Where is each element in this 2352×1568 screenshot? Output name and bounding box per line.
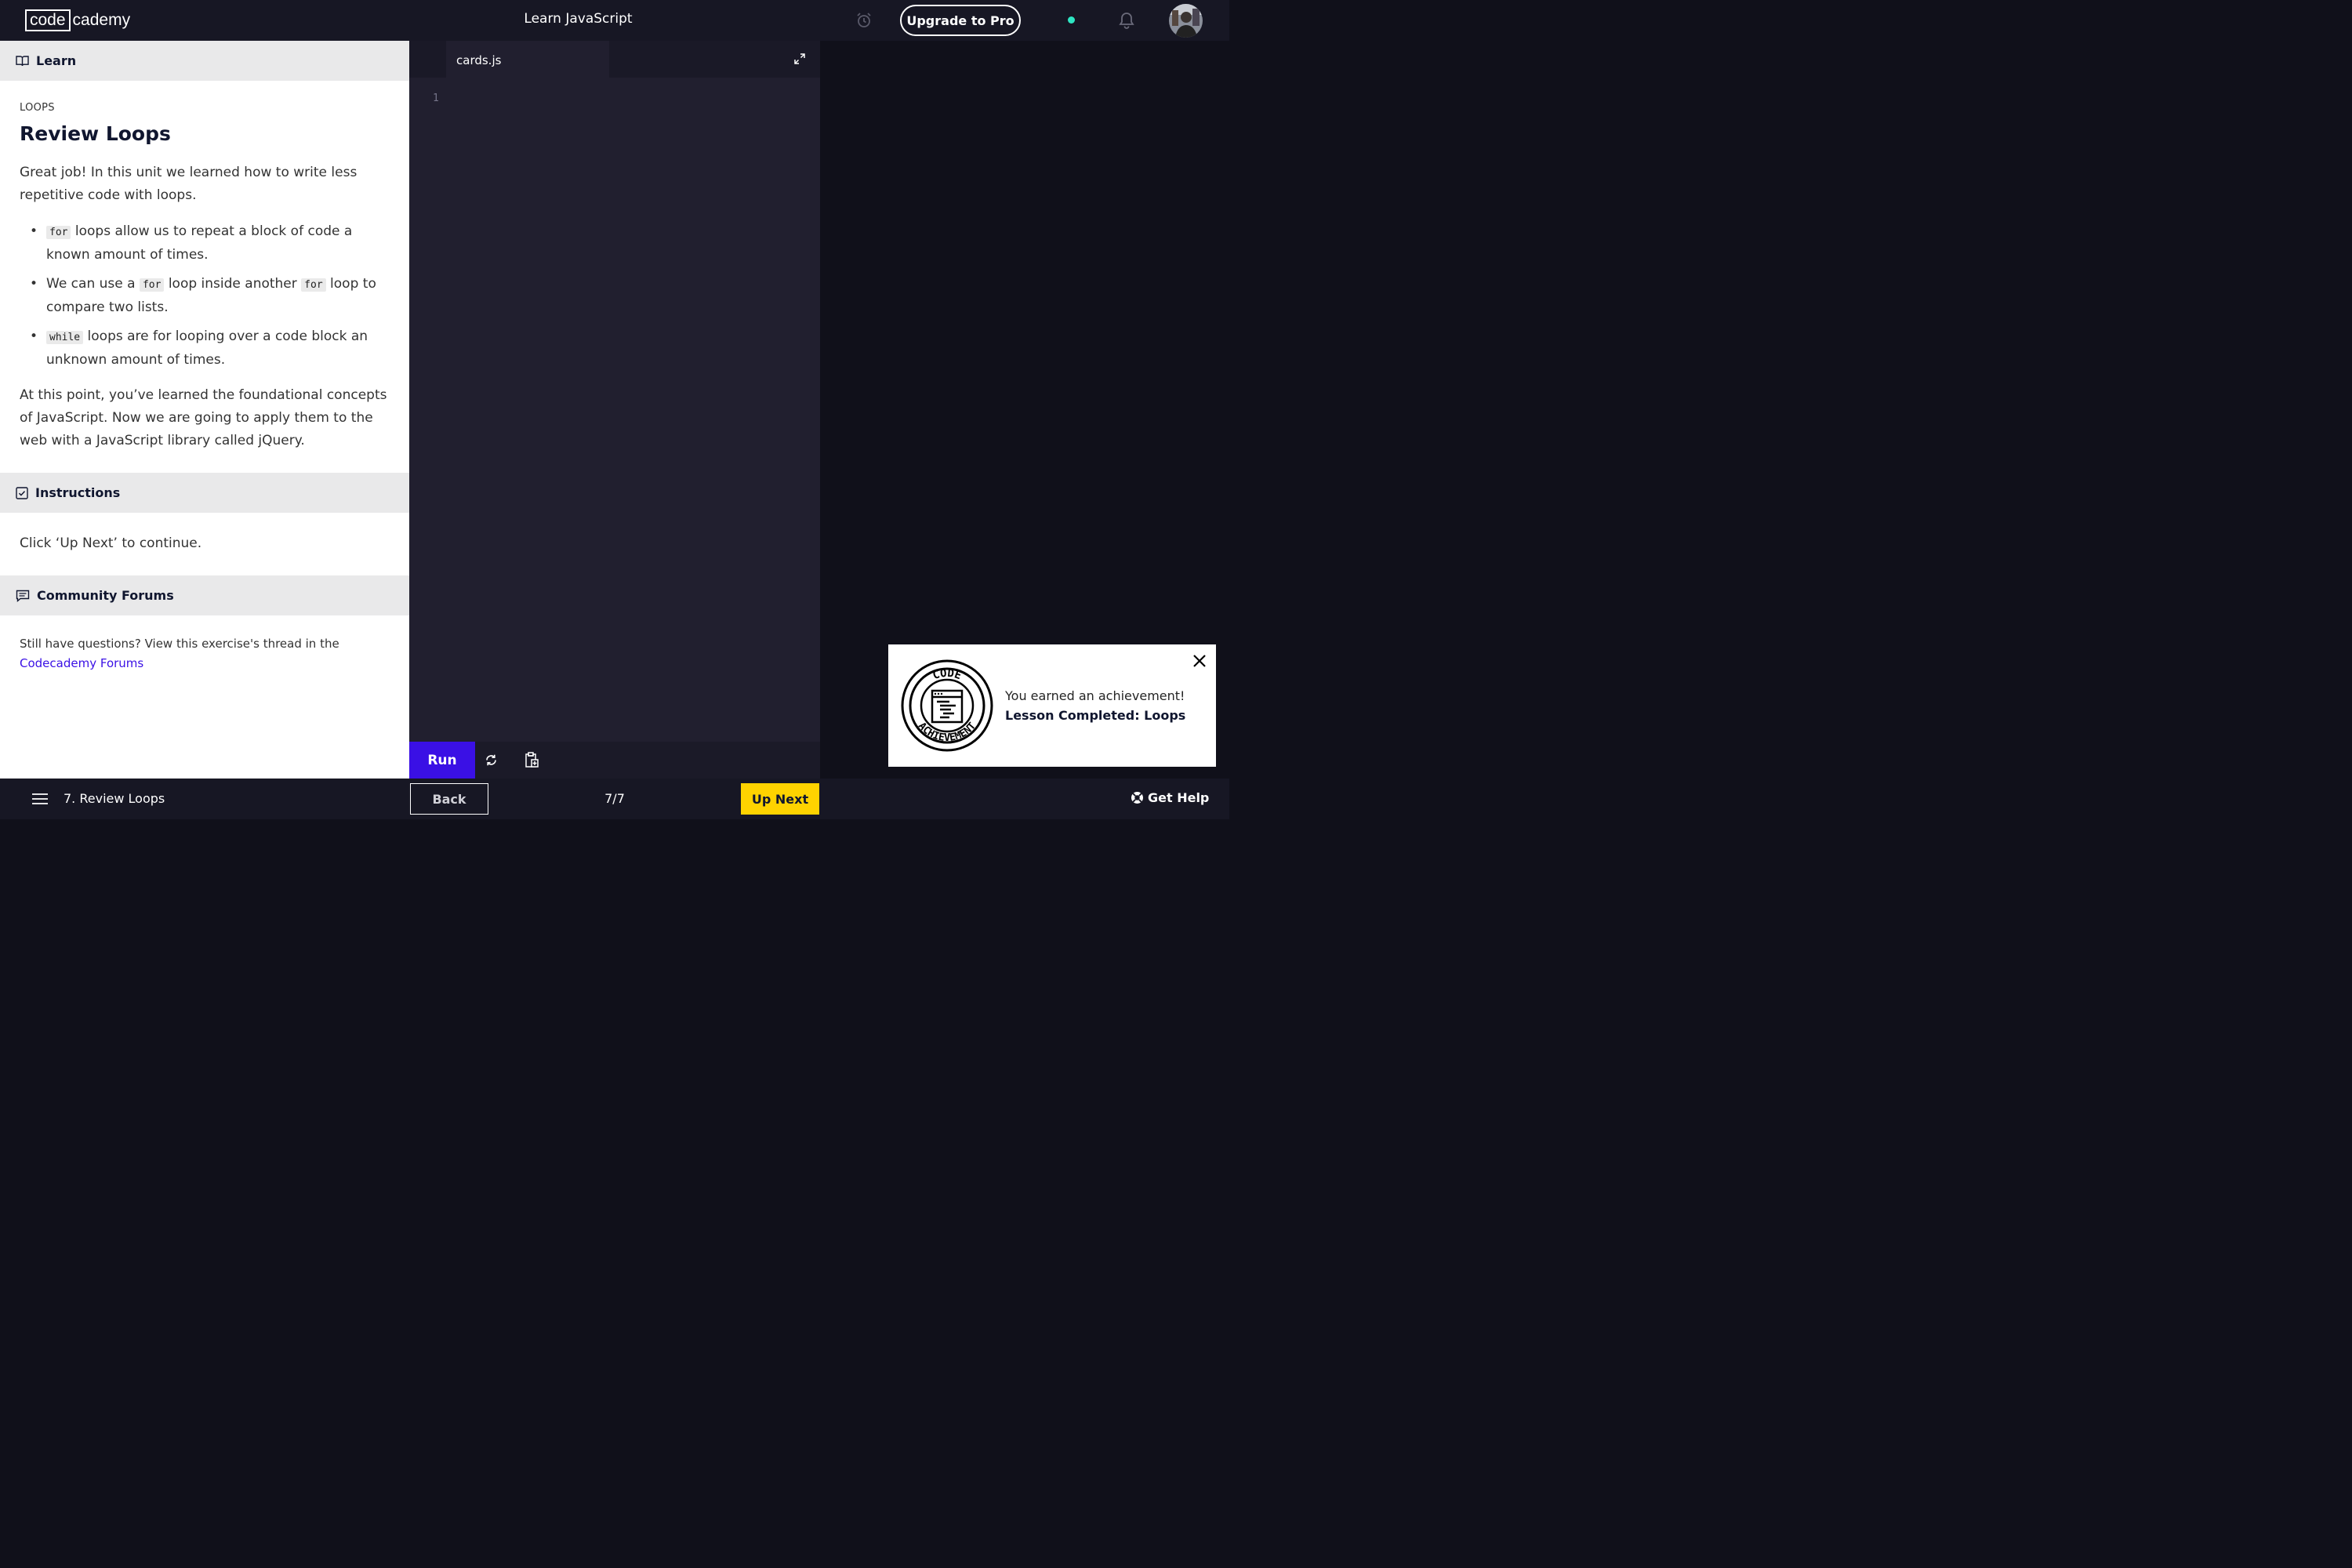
bullet-dot: •: [30, 223, 38, 239]
instructions-section-header[interactable]: Instructions: [0, 473, 409, 513]
bullet-item: • while loops are for looping over a cod…: [30, 325, 398, 372]
book-icon: [16, 55, 29, 67]
top-bar: code cademy Learn JavaScript Upgrade to P…: [0, 0, 1229, 41]
back-button[interactable]: Back: [410, 783, 488, 815]
hamburger-menu-icon[interactable]: [32, 793, 48, 805]
bullet-dot: •: [30, 328, 38, 344]
bullet-item: • for loops allow us to repeat a block o…: [30, 220, 398, 267]
close-icon[interactable]: [1192, 653, 1207, 669]
current-lesson-label[interactable]: 7. Review Loops: [64, 791, 165, 806]
lesson-panel: Learn LOOPS Review Loops Great job! In t…: [0, 41, 409, 779]
learn-section-label: Learn: [36, 53, 77, 68]
reset-icon[interactable]: [485, 753, 498, 767]
bullet-item: • We can use a for loop inside another f…: [30, 273, 398, 319]
instructions-text: Click ‘Up Next’ to continue.: [20, 535, 202, 551]
chat-bubble-icon: [16, 590, 30, 602]
logo-cademy-text: cademy: [72, 11, 131, 29]
lifebuoy-icon: [1131, 792, 1143, 804]
logo-code-box: code: [25, 9, 71, 31]
forums-text: Still have questions? View this exercise…: [20, 637, 339, 670]
lesson-progress: 7/7: [604, 791, 625, 806]
achievement-message: You earned an achievement!: [1005, 688, 1185, 703]
forums-section-label: Community Forums: [37, 588, 174, 603]
get-help-label: Get Help: [1148, 790, 1210, 805]
notification-bell-icon[interactable]: [1119, 11, 1134, 30]
bullet-text: while loops are for looping over a code …: [46, 328, 368, 368]
codecademy-logo[interactable]: code cademy: [25, 9, 130, 32]
bullet-text: for loops allow us to repeat a block of …: [46, 223, 353, 263]
code-snippet: for: [139, 278, 165, 292]
bullet-text: We can use a for loop inside another for…: [46, 276, 376, 315]
get-help-button[interactable]: Get Help: [1131, 790, 1209, 805]
achievement-title: Lesson Completed: Loops: [1005, 708, 1186, 723]
user-avatar[interactable]: [1169, 4, 1203, 38]
outro-paragraph: At this point, you’ve learned the founda…: [20, 387, 387, 448]
editor-footer: Run: [409, 742, 820, 779]
bottom-bar: 7. Review Loops Back 7/7 Up Next Get Hel…: [0, 779, 1229, 819]
intro-paragraph: Great job! In this unit we learned how t…: [20, 165, 358, 203]
expand-icon[interactable]: [794, 53, 805, 64]
alarm-clock-icon[interactable]: [856, 12, 872, 29]
learn-section-header[interactable]: Learn: [0, 41, 409, 81]
run-button[interactable]: Run: [409, 742, 475, 779]
code-editor[interactable]: cards.js 1 Run: [409, 41, 820, 779]
unit-eyebrow: LOOPS: [20, 102, 55, 114]
bullet-dot: •: [30, 276, 38, 292]
code-snippet: while: [46, 331, 84, 344]
file-tab-cards-js[interactable]: cards.js: [446, 41, 609, 78]
forums-section-header[interactable]: Community Forums: [0, 575, 409, 615]
achievement-toast: CODE ACHIEVEMENT You earned an achieveme…: [888, 644, 1216, 767]
codecademy-forums-link[interactable]: Codecademy Forums: [20, 656, 143, 670]
instructions-section-label: Instructions: [35, 485, 121, 500]
course-title: Learn JavaScript: [524, 11, 633, 27]
up-next-button[interactable]: Up Next: [741, 783, 819, 815]
line-number: 1: [433, 93, 439, 104]
upgrade-to-pro-button[interactable]: Upgrade to Pro: [900, 5, 1021, 36]
achievement-badge-icon: CODE ACHIEVEMENT: [901, 659, 993, 752]
lesson-heading: Review Loops: [20, 122, 171, 145]
editor-tab-bar: cards.js: [409, 41, 820, 78]
status-dot: [1068, 16, 1075, 24]
checkbox-icon: [16, 486, 28, 499]
clipboard-icon[interactable]: [524, 751, 539, 768]
code-snippet: for: [46, 226, 71, 239]
code-snippet: for: [301, 278, 326, 292]
